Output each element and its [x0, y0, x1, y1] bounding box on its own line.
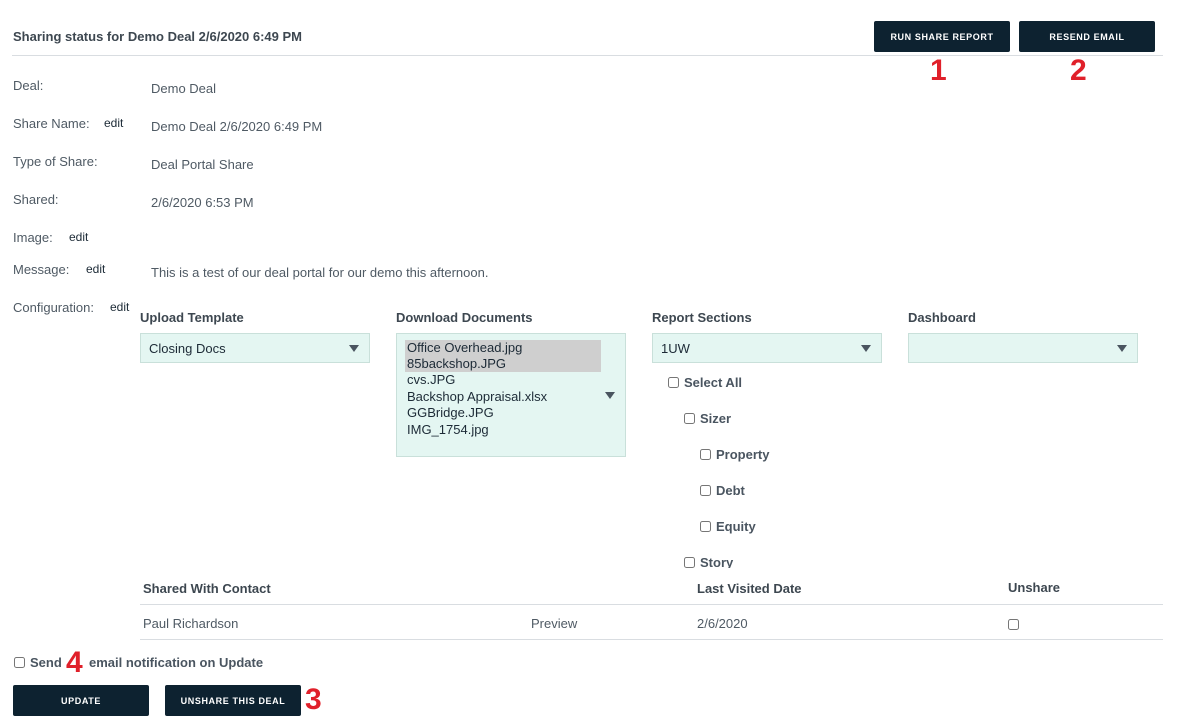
sizer-checkbox[interactable] — [684, 413, 695, 424]
last-visited-date: 2/6/2020 — [697, 616, 748, 631]
share-name-value: Demo Deal 2/6/2020 6:49 PM — [151, 119, 323, 134]
message-edit-link[interactable]: edit — [86, 262, 105, 276]
chevron-down-icon — [1117, 345, 1127, 352]
deal-label: Deal: — [13, 78, 44, 93]
story-checkbox[interactable] — [684, 557, 695, 568]
share-name-label: Share Name: — [13, 116, 90, 131]
report-sections-select[interactable]: 1UW — [652, 333, 882, 363]
annotation-marker-3: 3 — [305, 683, 322, 716]
equity-checkbox[interactable] — [700, 521, 711, 532]
update-button[interactable]: UPDATE — [13, 685, 149, 716]
debt-checkbox[interactable] — [700, 485, 711, 496]
page-title: Sharing status for Demo Deal 2/6/2020 6:… — [13, 29, 302, 44]
last-visited-column-header: Last Visited Date — [697, 581, 802, 596]
image-label: Image: — [13, 230, 53, 245]
dashboard-heading: Dashboard — [908, 310, 976, 325]
email-notification-label: email notification on Update — [89, 655, 264, 670]
send-email-notification-checkbox[interactable] — [14, 657, 25, 668]
list-item[interactable]: GGBridge.JPG — [405, 405, 496, 421]
story-label: Story — [700, 555, 734, 568]
type-of-share-label: Type of Share: — [13, 154, 98, 169]
list-item[interactable]: Office Overhead.jpg — [405, 340, 601, 356]
image-edit-link[interactable]: edit — [69, 230, 88, 244]
list-item[interactable]: Backshop Appraisal.xlsx — [405, 389, 549, 405]
sizer-label: Sizer — [700, 411, 732, 426]
debt-label: Debt — [716, 483, 745, 498]
resend-email-button[interactable]: RESEND EMAIL — [1019, 21, 1155, 52]
upload-template-heading: Upload Template — [140, 310, 244, 325]
property-label: Property — [716, 447, 770, 462]
message-label: Message: — [13, 262, 70, 277]
deal-value: Demo Deal — [151, 81, 217, 96]
preview-link[interactable]: Preview — [531, 616, 577, 631]
message-value: This is a test of our deal portal for ou… — [151, 265, 489, 280]
share-name-edit-link[interactable]: edit — [104, 116, 123, 130]
shared-value: 2/6/2020 6:53 PM — [151, 195, 254, 210]
report-sections-heading: Report Sections — [652, 310, 752, 325]
equity-label: Equity — [716, 519, 756, 534]
annotation-marker-1: 1 — [930, 54, 947, 87]
contact-name: Paul Richardson — [143, 616, 239, 631]
unshare-this-deal-button[interactable]: UNSHARE THIS DEAL — [165, 685, 301, 716]
chevron-down-icon — [605, 392, 615, 399]
header-divider — [12, 55, 1163, 56]
chevron-down-icon — [349, 345, 359, 352]
run-share-report-button[interactable]: RUN SHARE REPORT — [874, 21, 1010, 52]
send-label: Send — [30, 655, 62, 670]
download-documents-heading: Download Documents — [396, 310, 533, 325]
list-item[interactable]: cvs.JPG — [405, 372, 457, 388]
shared-label: Shared: — [13, 192, 59, 207]
report-sections-checklist[interactable]: Select All Sizer Property Debt Equity St… — [652, 368, 892, 568]
list-item[interactable]: IMG_1754.jpg — [405, 422, 491, 438]
dashboard-select[interactable] — [908, 333, 1138, 363]
annotation-marker-2: 2 — [1070, 54, 1087, 87]
download-documents-listbox[interactable]: Office Overhead.jpg 85backshop.JPG cvs.J… — [396, 333, 626, 457]
configuration-edit-link[interactable]: edit — [110, 300, 129, 314]
chevron-down-icon — [861, 345, 871, 352]
contact-column-header: Shared With Contact — [143, 581, 271, 596]
table-row-divider — [140, 639, 1163, 640]
configuration-label: Configuration: — [13, 300, 94, 315]
table-row: Paul Richardson Preview 2/6/2020 — [140, 605, 1163, 639]
annotation-marker-4: 4 — [66, 646, 83, 679]
select-all-checkbox[interactable] — [668, 377, 679, 388]
unshare-column-header: Unshare — [1008, 580, 1061, 595]
list-item[interactable]: 85backshop.JPG — [405, 356, 601, 372]
select-all-label: Select All — [684, 375, 743, 390]
upload-template-selected: Closing Docs — [149, 341, 226, 356]
property-checkbox[interactable] — [700, 449, 711, 460]
unshare-checkbox[interactable] — [1008, 619, 1019, 630]
report-sections-selected: 1UW — [661, 341, 690, 356]
upload-template-select[interactable]: Closing Docs — [140, 333, 370, 363]
type-of-share-value: Deal Portal Share — [151, 157, 254, 172]
